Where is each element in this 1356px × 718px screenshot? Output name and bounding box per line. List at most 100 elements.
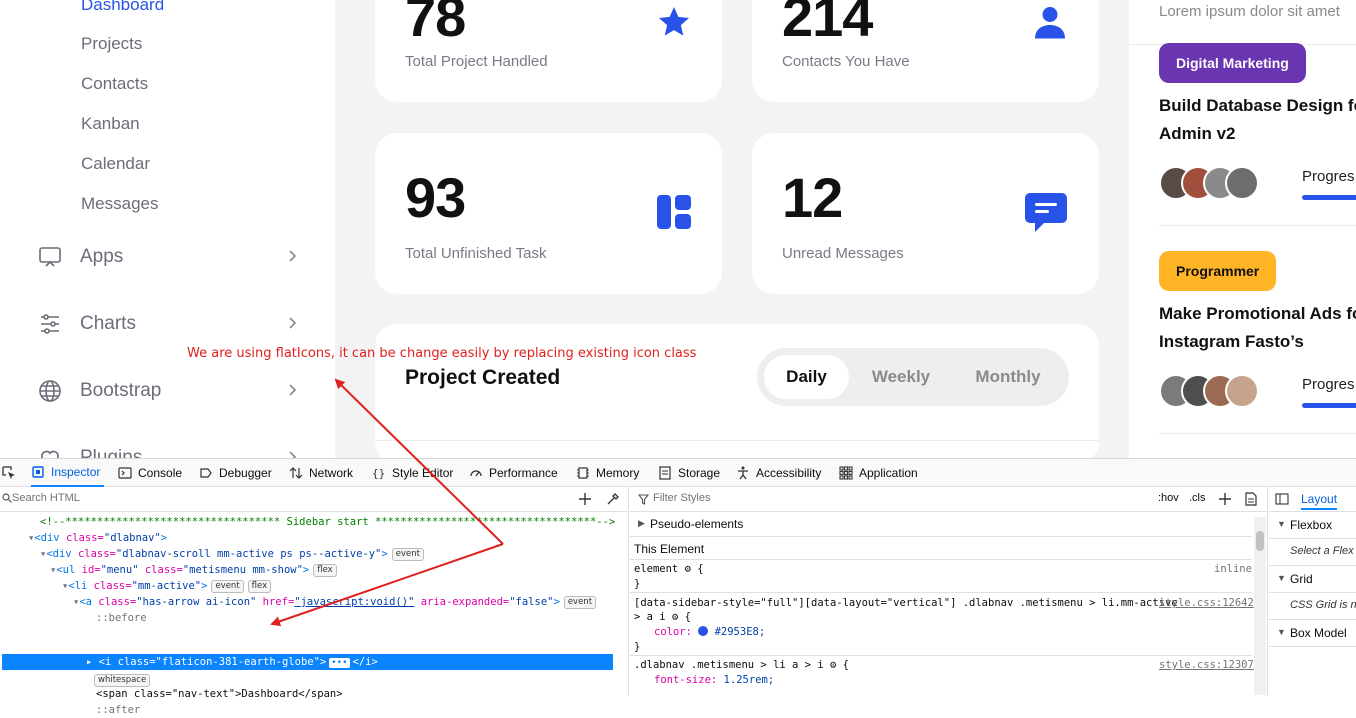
flexbox-section[interactable]: ▼ Flexbox [1269, 512, 1356, 539]
flex-badge[interactable]: flex [247, 580, 272, 593]
sidebar-subitem-messages[interactable]: Messages [81, 194, 158, 214]
rule-selector[interactable]: .dlabnav .metismenu > li a > i ⚙ { [634, 659, 849, 671]
sidebar-item-apps[interactable]: Apps [38, 242, 300, 272]
tab-application[interactable]: Application [839, 459, 918, 487]
html-search-bar[interactable]: Search HTML [0, 487, 629, 512]
color-swatch[interactable] [698, 626, 709, 636]
eyedropper-icon[interactable] [606, 492, 620, 506]
progress-label: Progres [1302, 168, 1355, 185]
sidebar-toggle-icon[interactable] [1275, 493, 1289, 505]
flex-badge[interactable]: flex [313, 564, 337, 577]
tab-inspector[interactable]: Inspector [31, 459, 105, 487]
avatar[interactable] [1225, 374, 1259, 408]
project-title[interactable]: Build Database Design fo Admin v2 [1159, 92, 1356, 148]
pick-element-icon[interactable] [2, 466, 16, 480]
tab-daily[interactable]: Daily [764, 355, 849, 399]
box-model-section[interactable]: ▼ Box Model [1269, 620, 1356, 647]
add-rule-icon[interactable] [1218, 492, 1232, 506]
project-tag[interactable]: Digital Marketing [1159, 43, 1306, 83]
css-declaration[interactable]: color: #2953E8; [654, 626, 765, 638]
cls-toggle[interactable]: .cls [1189, 492, 1206, 504]
sidebar-subitem-dashboard[interactable]: Dashboard [81, 0, 164, 15]
scrollbar-thumb[interactable] [1256, 531, 1264, 551]
grid-section[interactable]: ▼ Grid [1269, 566, 1356, 593]
collapse-triangle-icon[interactable]: ▶ [638, 518, 645, 529]
tab-network[interactable]: Network [289, 459, 353, 487]
event-badge[interactable]: event [211, 580, 244, 593]
html-node-line[interactable]: ▾<div class="dlabnav-scroll mm-active ps… [40, 546, 424, 562]
tab-layout[interactable]: Layout [1301, 492, 1338, 510]
sidebar-subitem-calendar[interactable]: Calendar [81, 154, 150, 174]
avatar[interactable] [1225, 166, 1259, 200]
monitor-icon [38, 245, 62, 269]
search-input[interactable]: Search HTML [12, 492, 80, 504]
debugger-icon [199, 466, 213, 480]
tab-console[interactable]: Console [118, 459, 182, 487]
html-node-line[interactable]: ▾<li class="mm-active"> event flex [62, 578, 272, 594]
code-text: "dlabnav-scroll mm-active ps ps--active-… [115, 548, 382, 560]
divider [630, 655, 1252, 656]
sidebar-subitem-contacts[interactable]: Contacts [81, 74, 148, 94]
section-label: Grid [1290, 572, 1313, 586]
event-badge[interactable]: event [391, 548, 424, 561]
hov-toggle[interactable]: :hov [1158, 492, 1179, 504]
ellipsis-badge[interactable]: ••• [329, 658, 350, 668]
sidebar-subitem-projects[interactable]: Projects [81, 34, 142, 54]
tab-storage[interactable]: Storage [658, 459, 720, 487]
pseudo-after-line[interactable]: ::after [96, 702, 140, 718]
html-node-line[interactable]: ▾<a class="has-arrow ai-icon" href="java… [73, 594, 597, 610]
rule-close: } [634, 578, 641, 590]
sidebar-item-bootstrap[interactable]: Bootstrap [38, 376, 300, 406]
code-text: id= [81, 564, 101, 576]
event-badge[interactable]: event [563, 596, 597, 609]
sidebar-item-charts[interactable]: Charts [38, 309, 300, 339]
tab-monthly[interactable]: Monthly [953, 355, 1063, 399]
right-panel: Lorem ipsum dolor sit amet Digital Marke… [1129, 0, 1356, 458]
layout-tabbar: Layout [1269, 487, 1356, 512]
rule-selector[interactable]: element ⚙ { [634, 563, 704, 575]
css-property: color: [654, 626, 692, 638]
scrollbar[interactable] [1254, 517, 1266, 695]
rule-selector-cont: > a i ⚙ { [634, 611, 691, 623]
tab-weekly[interactable]: Weekly [855, 355, 947, 399]
html-comment-line[interactable]: <!--********************************** S… [40, 514, 615, 530]
html-node-line[interactable]: ▾<ul id="menu" class="metismenu mm-show"… [50, 562, 337, 578]
globe-icon [38, 379, 62, 403]
stat-value: 93 [405, 166, 466, 229]
filter-styles-input[interactable]: Filter Styles [653, 492, 710, 504]
project-title[interactable]: Make Promotional Ads fo Instagram Fasto’… [1159, 300, 1356, 356]
add-node-icon[interactable] [578, 492, 592, 506]
rule-source-link[interactable]: style.css:12307 [1159, 659, 1254, 671]
stat-label: Unread Messages [782, 245, 904, 262]
styles-filter-bar: Filter Styles :hov .cls [630, 487, 1268, 512]
rule-source-link[interactable]: style.css:12642 [1159, 597, 1254, 609]
divider [630, 536, 1252, 537]
tab-debugger[interactable]: Debugger [199, 459, 272, 487]
tab-performance[interactable]: Performance [469, 459, 558, 487]
print-media-icon[interactable] [1245, 492, 1257, 506]
tab-accessibility[interactable]: Accessibility [736, 459, 821, 487]
expand-triangle-icon: ▼ [1277, 627, 1286, 637]
html-node-line[interactable]: ▾<div class="dlabnav"> [28, 530, 167, 546]
css-declaration[interactable]: font-size: 1.25rem; [654, 674, 774, 686]
rule-selector[interactable]: [data-sidebar-style="full"][data-layout=… [634, 597, 1178, 609]
html-node-line[interactable]: <span class="nav-text">Dashboard</span> [96, 686, 343, 702]
sidebar-subitem-kanban[interactable]: Kanban [81, 114, 140, 134]
sidebar: Dashboard Projects Contacts Kanban Calen… [0, 0, 335, 458]
code-text: > [553, 596, 560, 608]
tab-label: Style Editor [392, 466, 454, 480]
project-tag[interactable]: Programmer [1159, 251, 1277, 291]
tab-style-editor[interactable]: {} Style Editor [372, 459, 453, 487]
sidebar-item-plugins[interactable]: Plugins [38, 443, 300, 458]
code-text: <ul [56, 564, 82, 576]
divider [630, 592, 1252, 593]
pseudo-elements-toggle[interactable]: Pseudo-elements [650, 517, 743, 531]
chevron-right-icon [289, 317, 297, 329]
tab-memory[interactable]: Memory [576, 459, 639, 487]
grid-hint: CSS Grid is n [1269, 593, 1356, 620]
selected-node-row[interactable]: ▸ <i class="flaticon-381-earth-globe"> ••… [2, 654, 613, 670]
pseudo-before-line[interactable]: ::before [96, 610, 147, 626]
tab-label: Network [309, 466, 354, 480]
code-text: "mm-active" [131, 580, 202, 592]
hint-text: Select a Flex [1290, 545, 1354, 557]
